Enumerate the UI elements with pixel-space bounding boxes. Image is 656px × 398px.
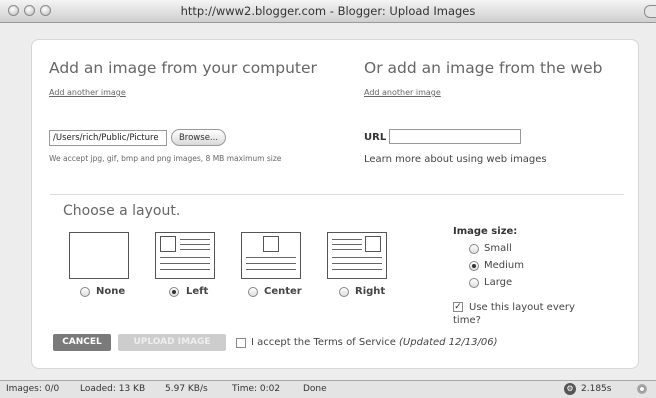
upload-dialog: Add an image from your computer Add anot… [31,39,639,369]
gear-icon[interactable]: ⚙ [564,383,576,395]
upload-image-button[interactable]: UPLOAD IMAGE [118,334,226,351]
toolbar-toggle-button[interactable] [644,5,656,18]
url-label: URL [364,132,387,143]
page-load-time: 2.185s [581,384,612,394]
layout-center-label: Center [264,286,302,297]
layout-heading: Choose a layout. [63,203,181,219]
layout-right-radio[interactable] [339,287,349,297]
layout-none-thumbnail[interactable] [69,232,129,279]
section-divider [50,194,624,195]
accepted-formats-note: We accept jpg, gif, bmp and png images, … [49,154,282,163]
file-path-field[interactable]: /Users/rich/Public/Picture [49,130,167,146]
layout-right-label: Right [355,286,386,297]
size-small-label: Small [484,243,512,254]
layout-none-radio[interactable] [80,287,90,297]
layout-center-radio[interactable] [248,287,258,297]
size-medium-radio[interactable] [469,261,479,271]
size-small-radio[interactable] [469,244,479,254]
tree-image-icon [263,236,279,252]
layout-left-radio[interactable] [169,287,179,297]
terms-of-service-text: I accept the Terms of Service (Updated 1… [251,337,498,348]
add-another-image-link-left[interactable]: Add another image [49,88,126,97]
web-upload-heading: Or add an image from the web [364,59,603,77]
terms-label[interactable]: I accept the Terms of Service [251,337,396,348]
computer-upload-heading: Add an image from your computer [49,59,317,77]
terms-updated-date: (Updated 12/13/06) [399,337,498,348]
status-loaded: Loaded: 13 KB [80,384,146,394]
layout-right-thumbnail[interactable] [327,232,387,279]
add-another-image-link-right[interactable]: Add another image [364,88,441,97]
status-text: Done [303,384,327,394]
layout-none-label: None [96,286,126,297]
status-time: Time: 0:02 [232,384,281,394]
terms-checkbox[interactable] [236,338,246,348]
size-large-label: Large [484,277,513,288]
layout-left-thumbnail[interactable] [155,232,215,279]
image-size-title: Image size: [453,226,518,237]
layout-center-thumbnail[interactable] [241,232,301,279]
window-title: http://www2.blogger.com - Blogger: Uploa… [180,4,476,18]
browser-status-bar: Images: 0/0 Loaded: 13 KB 5.97 KB/s Time… [0,380,656,398]
size-large-radio[interactable] [469,278,479,288]
window-titlebar: http://www2.blogger.com - Blogger: Uploa… [0,0,656,23]
size-medium-label: Medium [484,260,524,271]
use-layout-label: Use this layout every time? [453,302,575,326]
tree-image-icon [160,236,176,252]
layout-left-label: Left [186,286,209,297]
status-speed: 5.97 KB/s [165,384,208,394]
page-content: Add an image from your computer Add anot… [0,23,656,380]
learn-more-web-images[interactable]: Learn more about using web images [364,154,547,165]
url-input[interactable] [389,129,521,144]
cancel-button[interactable]: CANCEL [53,334,111,351]
tree-image-icon [365,236,381,252]
activity-indicator-icon [637,384,647,394]
browse-button[interactable]: Browse... [171,129,226,146]
status-images: Images: 0/0 [6,384,60,394]
